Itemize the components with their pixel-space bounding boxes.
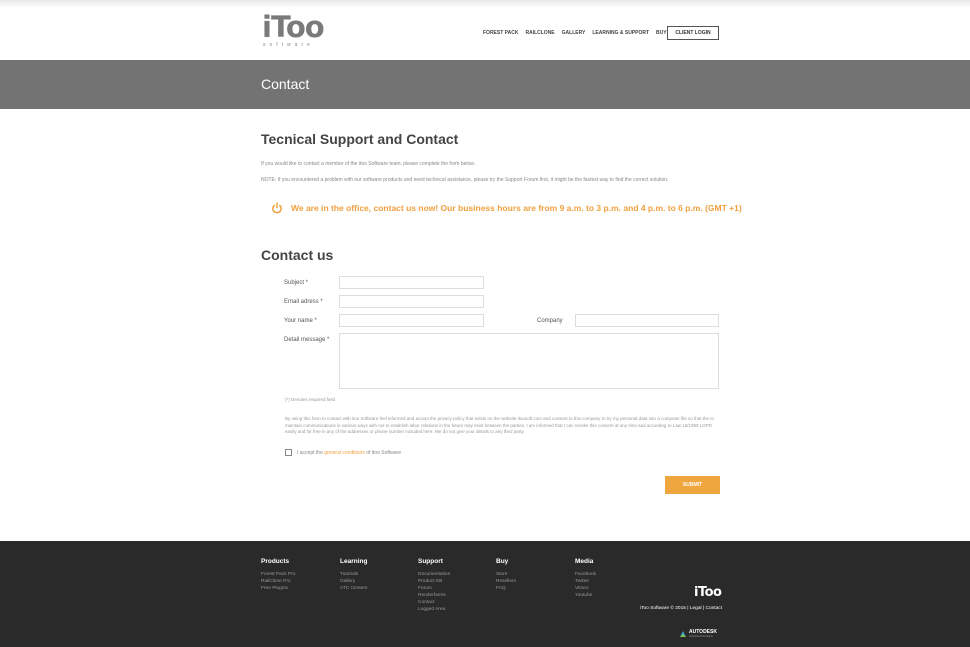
- footer-link[interactable]: Product KB: [418, 578, 450, 585]
- main-nav: FOREST PACK RAILCLONE GALLERY LEARNING &…: [483, 30, 667, 36]
- submit-button[interactable]: SUBMIT: [665, 476, 720, 494]
- footer-link[interactable]: Tutorials: [340, 571, 367, 578]
- page-title: Contact: [261, 76, 310, 92]
- accept-conditions: I accept the general conditions of itoo …: [285, 449, 401, 456]
- note-text: NOTE: If you encountered a problem with …: [261, 177, 669, 183]
- company-label: Company: [537, 318, 563, 324]
- message-textarea[interactable]: [339, 333, 719, 389]
- support-title: Tecnical Support and Contact: [261, 131, 459, 147]
- message-label: Detail message *: [284, 337, 330, 343]
- footer-link[interactable]: Store: [496, 571, 516, 578]
- accept-post-text: of itoo Software: [366, 449, 401, 456]
- office-hours-text: We are in the office, contact us now! Ou…: [291, 203, 742, 213]
- footer: Products Forest Pack Pro RailClone Pro F…: [0, 541, 970, 647]
- footer-link[interactable]: Facebook: [575, 571, 596, 578]
- footer-heading: Media: [575, 558, 594, 565]
- footer-link[interactable]: Logged Area: [418, 606, 450, 613]
- nav-buy[interactable]: BUY: [656, 30, 667, 36]
- footer-heading: Learning: [340, 558, 368, 565]
- footer-heading: Products: [261, 558, 290, 565]
- footer-link[interactable]: Contact: [418, 599, 450, 606]
- footer-link[interactable]: Documentation: [418, 571, 450, 578]
- accept-checkbox[interactable]: [285, 449, 292, 456]
- client-login-button[interactable]: CLIENT LOGIN: [667, 26, 719, 40]
- nav-learning-support[interactable]: LEARNING & SUPPORT: [592, 30, 649, 36]
- email-input[interactable]: [339, 295, 484, 308]
- company-input[interactable]: [575, 314, 719, 327]
- name-label: Your name *: [284, 318, 317, 324]
- logo[interactable]: iToo software: [262, 10, 325, 49]
- required-note: (*) Denotes required field: [285, 397, 336, 402]
- contact-title: Contact us: [261, 247, 334, 263]
- autodesk-badge: AUTODESK Authorized Developer: [680, 630, 717, 638]
- footer-link[interactable]: Resellers: [496, 578, 516, 585]
- power-icon: [272, 202, 282, 214]
- legal-text: By using this form to contact with itoo …: [285, 416, 714, 434]
- footer-heading: Buy: [496, 558, 509, 565]
- footer-link[interactable]: Forest Pack Pro: [261, 571, 295, 578]
- footer-link[interactable]: Forum: [418, 585, 450, 592]
- accept-pre-text: I accept the: [297, 449, 323, 456]
- footer-col-buy: Buy Store Resellers FAQ: [496, 558, 516, 592]
- footer-link[interactable]: Renderfarms: [418, 592, 450, 599]
- footer-link[interactable]: Gallery: [340, 578, 367, 585]
- autodesk-logo-icon: [680, 631, 686, 637]
- footer-col-products: Products Forest Pack Pro RailClone Pro F…: [261, 558, 295, 592]
- name-input[interactable]: [339, 314, 484, 327]
- nav-gallery[interactable]: GALLERY: [562, 30, 586, 36]
- footer-link[interactable]: Vimeo: [575, 585, 596, 592]
- nav-forest-pack[interactable]: FOREST PACK: [483, 30, 518, 36]
- footer-link[interactable]: RailClone Pro: [261, 578, 295, 585]
- subject-label: Subject *: [284, 280, 309, 286]
- footer-col-learning: Learning Tutorials Gallery ATC Centers: [340, 558, 367, 592]
- subject-input[interactable]: [339, 276, 484, 289]
- hero-banner: Contact: [0, 60, 970, 109]
- autodesk-subtext: Authorized Developer: [689, 635, 714, 638]
- footer-logo[interactable]: iToo: [694, 585, 722, 600]
- general-conditions-link[interactable]: general conditions: [324, 450, 365, 456]
- footer-heading: Support: [418, 558, 443, 565]
- footer-link[interactable]: ATC Centers: [340, 585, 367, 592]
- footer-col-media: Media Facebook Twitter Vimeo Youtube: [575, 558, 596, 599]
- nav-railclone[interactable]: RAILCLONE: [525, 30, 554, 36]
- footer-link[interactable]: Twitter: [575, 578, 596, 585]
- logo-text: iToo: [262, 10, 325, 44]
- footer-link[interactable]: FAQ: [496, 585, 516, 592]
- footer-copyright: iToo Software © 2015 | Legal | Contact: [640, 606, 723, 611]
- office-hours-notice: We are in the office, contact us now! Ou…: [271, 202, 742, 214]
- footer-col-support: Support Documentation Product KB Forum R…: [418, 558, 450, 613]
- intro-text: If you would like to contact a member of…: [261, 161, 475, 167]
- footer-link[interactable]: Youtube: [575, 592, 596, 599]
- footer-link[interactable]: Free Plugins: [261, 585, 295, 592]
- email-label: Email adress *: [284, 299, 323, 305]
